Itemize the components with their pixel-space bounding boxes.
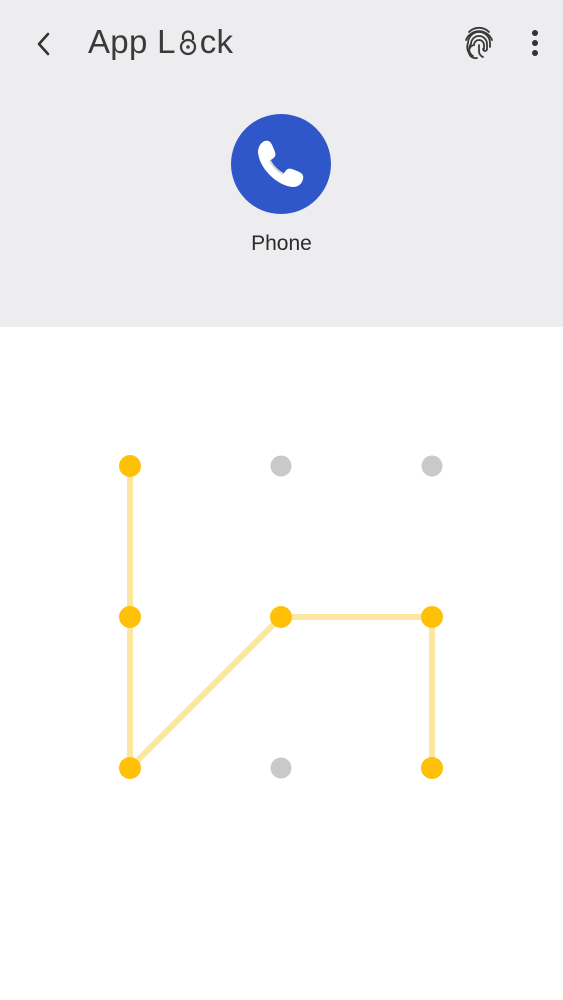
pattern-dot-active[interactable] — [119, 757, 141, 779]
more-options-button[interactable] — [515, 20, 555, 66]
fingerprint-icon — [465, 26, 493, 60]
back-button[interactable] — [22, 22, 66, 66]
fingerprint-button[interactable] — [456, 20, 502, 66]
title-suffix: ck — [199, 23, 234, 60]
pattern-line — [127, 614, 284, 771]
pattern-grid[interactable] — [0, 327, 563, 1000]
pattern-dot[interactable] — [270, 455, 292, 477]
title-prefix: App L — [88, 23, 176, 60]
pattern-dot-active[interactable] — [119, 606, 141, 628]
app-header-panel: App L ck Phone — [0, 0, 563, 327]
pattern-dot-active[interactable] — [421, 757, 443, 779]
page-title: App L ck — [88, 20, 233, 64]
app-name-label: Phone — [251, 232, 312, 255]
phone-icon — [258, 140, 304, 187]
pattern-dot-active[interactable] — [119, 455, 141, 477]
pattern-dot-active[interactable] — [421, 606, 443, 628]
phone-app-icon — [231, 114, 331, 214]
pattern-dot[interactable] — [421, 455, 443, 477]
pattern-lock-area[interactable] — [0, 327, 563, 1000]
lock-icon — [179, 30, 196, 56]
more-vert-icon — [532, 30, 538, 56]
pattern-dot[interactable] — [270, 757, 292, 779]
chevron-left-icon — [37, 32, 50, 56]
pattern-dot-active[interactable] — [270, 606, 292, 628]
